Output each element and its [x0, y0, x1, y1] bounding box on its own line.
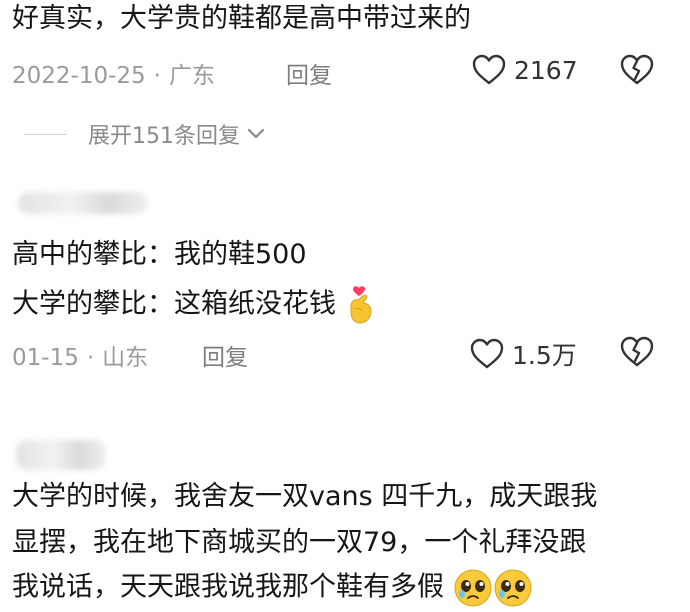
pleading-face-emoji: [494, 569, 532, 607]
comment-3-line-3-text: 我说话，天天跟我说我那个鞋有多假: [12, 571, 444, 603]
comment-location: 山东: [102, 345, 149, 371]
comment-3-line-1: 大学的时候，我舍友一双vans 四千九，成天跟我: [12, 481, 598, 512]
expand-replies-label: 展开151条回复: [88, 124, 240, 149]
blurred-avatar: [16, 440, 106, 470]
meta-separator: ·: [153, 63, 161, 89]
comment-date: 2022-10-25: [12, 63, 146, 89]
comment-2-meta: 01-15 · 山东: [12, 338, 148, 372]
heart-outline-icon: [470, 338, 504, 369]
expand-divider: [24, 133, 66, 135]
comment-2-line-2: 大学的攀比：这箱纸没花钱: [12, 284, 377, 326]
comment-1-meta: 2022-10-25 · 广东: [12, 56, 215, 90]
comment-2-line-2-text: 大学的攀比：这箱纸没花钱: [12, 288, 336, 320]
like-button[interactable]: 2167: [472, 54, 578, 86]
broken-heart-icon: [620, 336, 654, 367]
finger-heart-emoji: [350, 286, 372, 324]
like-button[interactable]: 1.5万: [470, 336, 577, 372]
like-count: 2167: [514, 55, 578, 85]
pleading-face-emoji: [454, 569, 492, 607]
chevron-down-icon: [247, 128, 265, 139]
comment-1-text: 好真实，大学贵的鞋都是高中带过来的: [12, 3, 471, 34]
dislike-button[interactable]: [620, 336, 654, 372]
meta-separator: ·: [86, 345, 95, 371]
heart-outline-icon: [472, 54, 506, 85]
comment-location: 广东: [168, 63, 215, 89]
blurred-username: [18, 192, 148, 214]
comment-3-line-3: 我说话，天天跟我说我那个鞋有多假: [12, 568, 533, 608]
expand-replies[interactable]: 展开151条回复: [24, 118, 266, 150]
comment-date: 01-15: [12, 345, 79, 371]
dislike-button[interactable]: [620, 54, 654, 90]
reply-button[interactable]: 回复: [202, 338, 248, 372]
comment-3-line-2: 显摆，我在地下商城买的一双79，一个礼拜没跟: [12, 527, 587, 558]
broken-heart-icon: [620, 54, 654, 85]
reply-button[interactable]: 回复: [286, 56, 332, 90]
comment-2-line-1: 高中的攀比：我的鞋500: [12, 239, 307, 270]
like-count: 1.5万: [512, 341, 577, 370]
